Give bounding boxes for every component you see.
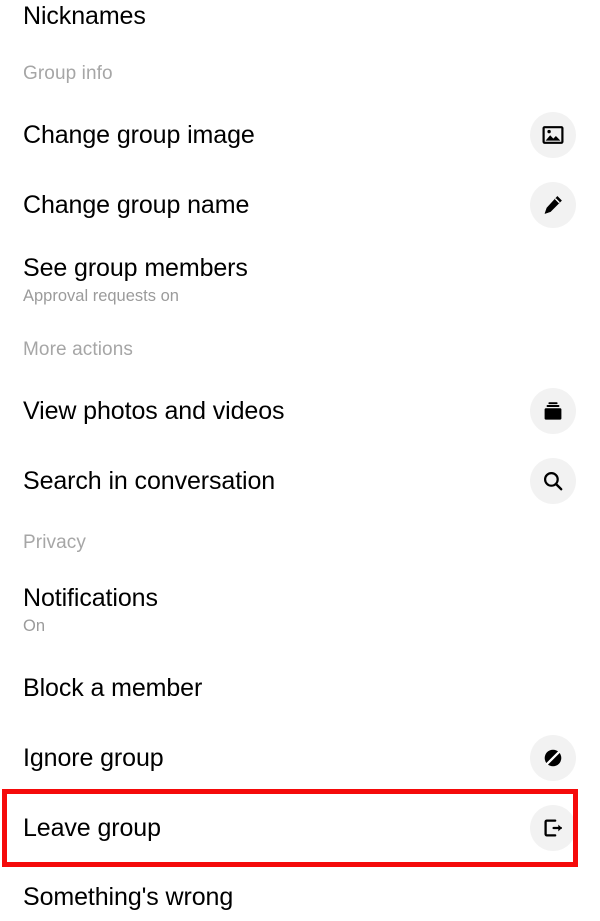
row-title: Something's wrong xyxy=(23,883,234,911)
group-chat-settings-screen: Nicknames Group info Change group image … xyxy=(0,0,600,911)
photo-stack-icon[interactable] xyxy=(530,388,576,434)
row-subtitle: Approval requests on xyxy=(23,286,179,305)
settings-row-leave-group[interactable]: Leave group xyxy=(0,804,600,852)
row-text-block: Search in conversation xyxy=(23,466,530,496)
row-text-block: View photos and videos xyxy=(23,396,530,426)
row-text-block: Block a member xyxy=(23,673,576,703)
section-header-group-info: Group info xyxy=(23,63,113,84)
logout-arrow-icon[interactable] xyxy=(530,805,576,851)
row-title: See group members xyxy=(23,253,248,282)
row-text-block: Notifications On xyxy=(23,583,576,636)
settings-row-notifications[interactable]: Notifications On xyxy=(0,578,600,640)
row-title: Notifications xyxy=(23,583,158,612)
ignore-slash-icon[interactable] xyxy=(530,735,576,781)
pencil-icon[interactable] xyxy=(530,182,576,228)
row-title: Nicknames xyxy=(23,2,146,30)
settings-row-ignore-group[interactable]: Ignore group xyxy=(0,734,600,782)
row-title: Ignore group xyxy=(23,744,164,772)
settings-row-somethings-wrong[interactable]: Something's wrong xyxy=(0,873,600,921)
settings-row-view-photos-and-videos[interactable]: View photos and videos xyxy=(0,387,600,435)
row-title: Block a member xyxy=(23,674,203,702)
search-icon[interactable] xyxy=(530,458,576,504)
settings-row-see-group-members[interactable]: See group members Approval requests on xyxy=(0,248,600,310)
settings-row-change-group-name[interactable]: Change group name xyxy=(0,181,600,229)
row-text-block: Ignore group xyxy=(23,743,530,773)
settings-row-block-a-member[interactable]: Block a member xyxy=(0,664,600,712)
row-text-block: Leave group xyxy=(23,813,530,843)
row-title: Leave group xyxy=(23,814,161,842)
settings-row-nicknames[interactable]: Nicknames xyxy=(0,0,600,40)
settings-row-change-group-image[interactable]: Change group image xyxy=(0,111,600,159)
row-title: Search in conversation xyxy=(23,467,276,495)
section-header-privacy: Privacy xyxy=(23,532,86,553)
row-text-block: Nicknames xyxy=(23,1,576,31)
row-text-block: See group members Approval requests on xyxy=(23,253,576,306)
settings-row-search-in-conversation[interactable]: Search in conversation xyxy=(0,457,600,505)
row-subtitle: On xyxy=(23,616,46,635)
row-title: Change group image xyxy=(23,121,255,149)
row-title: Change group name xyxy=(23,191,250,219)
row-text-block: Change group image xyxy=(23,120,530,150)
section-header-more-actions: More actions xyxy=(23,339,133,360)
row-title: View photos and videos xyxy=(23,397,285,425)
image-icon[interactable] xyxy=(530,112,576,158)
row-text-block: Change group name xyxy=(23,190,530,220)
row-text-block: Something's wrong xyxy=(23,882,576,912)
